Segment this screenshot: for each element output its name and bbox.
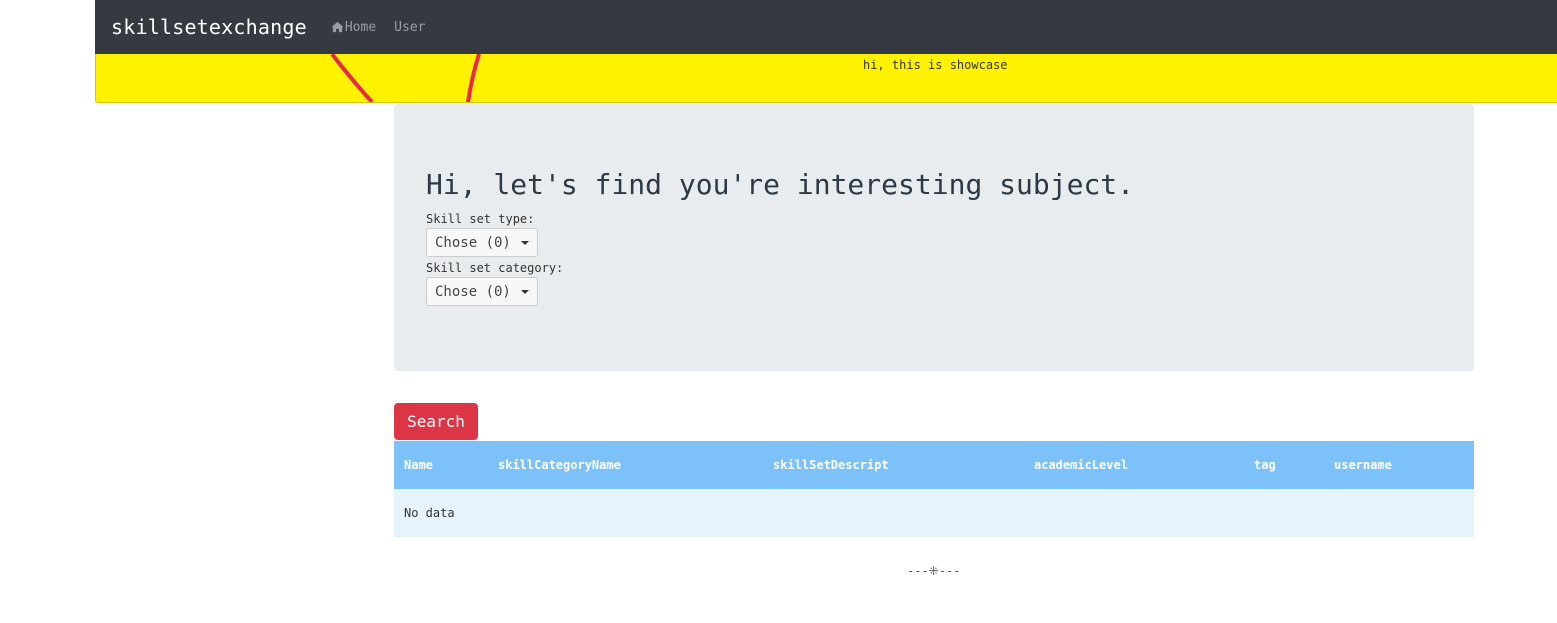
skill-type-value: Chose (0) (435, 234, 511, 251)
nav-links: Home User (331, 20, 444, 35)
footer-divider: ---⁜--- (907, 564, 961, 578)
empty-state-text: No data (404, 506, 455, 520)
search-panel: Hi, let's find you're interesting subjec… (394, 104, 1474, 371)
home-icon (331, 21, 344, 33)
showcase-text: hi, this is showcase (863, 58, 1008, 72)
column-header-tag[interactable]: tag (1254, 458, 1276, 472)
brand-link[interactable]: skillsetexchange (111, 15, 307, 39)
skill-type-select[interactable]: Chose (0) (426, 228, 538, 257)
results-table: Name skillCategoryName skillSetDescript … (394, 441, 1474, 537)
caret-down-icon (521, 241, 529, 245)
table-header: Name skillCategoryName skillSetDescript … (394, 441, 1474, 489)
skill-category-select[interactable]: Chose (0) (426, 277, 538, 306)
navbar: skillsetexchange Home User (95, 0, 1557, 54)
column-header-username[interactable]: username (1334, 458, 1392, 472)
skill-category-value: Chose (0) (435, 283, 511, 300)
skill-type-label: Skill set type: (426, 212, 535, 226)
nav-link-home[interactable]: Home (331, 20, 376, 35)
column-header-skill-description[interactable]: skillSetDescript (773, 458, 889, 472)
table-row: No data (394, 489, 1474, 537)
nav-link-home-label: Home (344, 19, 377, 35)
page-title: Hi, let's find you're interesting subjec… (426, 168, 1135, 201)
search-button[interactable]: Search (394, 403, 478, 440)
column-header-academic-level[interactable]: academicLevel (1034, 458, 1128, 472)
showcase-banner: hi, this is showcase (95, 54, 1557, 103)
column-header-name[interactable]: Name (404, 458, 433, 472)
showcase-decoration (330, 54, 481, 102)
column-header-skill-category[interactable]: skillCategoryName (498, 458, 621, 472)
skill-category-label: Skill set category: (426, 261, 564, 275)
nav-link-user[interactable]: User (394, 20, 425, 35)
caret-down-icon (521, 290, 529, 294)
